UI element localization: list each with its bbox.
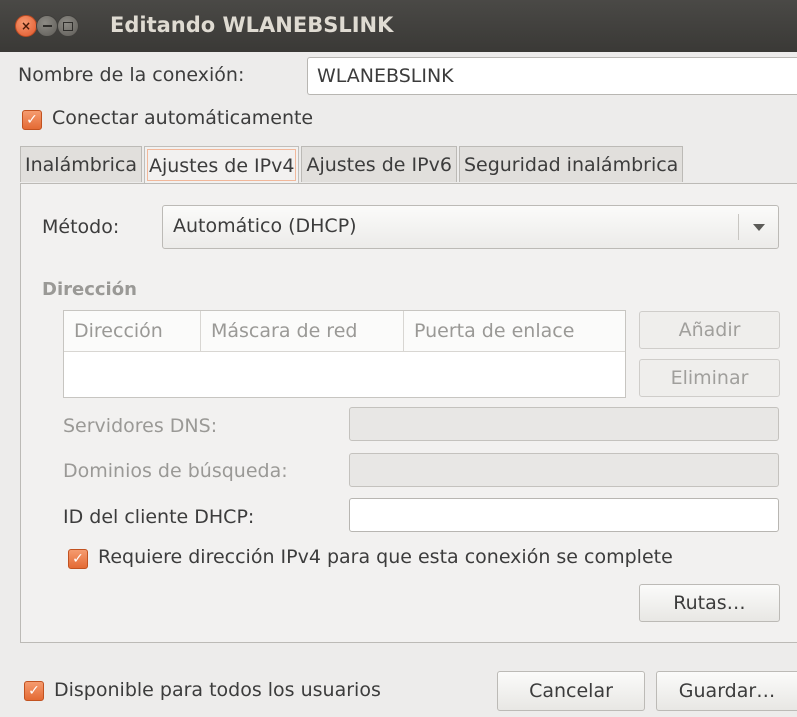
dns-servers-input[interactable] — [349, 407, 779, 441]
close-window-button[interactable]: × — [15, 15, 37, 37]
add-address-button[interactable]: Añadir — [639, 311, 780, 349]
minimize-icon — [42, 25, 52, 27]
method-dropdown[interactable]: Automático (DHCP) — [162, 205, 779, 249]
tab-wireless[interactable]: Inalámbrica — [20, 146, 142, 182]
tab-ipv4-settings[interactable]: Ajustes de IPv4 — [143, 146, 300, 184]
search-domains-label: Dominios de búsqueda: — [63, 460, 288, 482]
column-header-netmask[interactable]: Máscara de red — [201, 311, 404, 351]
chevron-down-icon — [753, 224, 765, 231]
address-table-header: Dirección Máscara de red Puerta de enlac… — [64, 311, 625, 352]
dropdown-separator — [738, 214, 739, 240]
tab-wireless-security[interactable]: Seguridad inalámbrica — [458, 146, 684, 182]
remove-address-button[interactable]: Eliminar — [639, 359, 780, 397]
address-section-heading: Dirección — [42, 279, 137, 300]
column-header-gateway[interactable]: Puerta de enlace — [404, 311, 627, 351]
tab-bar: Inalámbrica Ajustes de IPv4 Ajustes de I… — [20, 146, 685, 184]
window-title: Editando WLANEBSLINK — [110, 13, 394, 37]
require-ipv4-label: Requiere dirección IPv4 para que esta co… — [98, 546, 673, 568]
method-label: Método: — [42, 216, 120, 238]
column-header-address[interactable]: Dirección — [64, 311, 201, 351]
dhcp-client-id-input[interactable] — [349, 498, 779, 532]
title-bar: × Editando WLANEBSLINK — [0, 0, 797, 52]
tab-ipv6-settings[interactable]: Ajustes de IPv6 — [301, 146, 457, 182]
save-button[interactable]: Guardar… — [656, 671, 797, 711]
dhcp-client-id-label: ID del cliente DHCP: — [63, 506, 255, 528]
auto-connect-label: Conectar automáticamente — [52, 107, 314, 129]
auto-connect-checkbox[interactable]: ✓ — [22, 110, 42, 130]
require-ipv4-checkbox[interactable]: ✓ — [68, 549, 88, 569]
routes-button[interactable]: Rutas… — [639, 584, 780, 622]
address-table[interactable]: Dirección Máscara de red Puerta de enlac… — [63, 310, 626, 398]
maximize-window-button[interactable] — [57, 15, 79, 37]
all-users-checkbox[interactable]: ✓ — [24, 681, 44, 701]
search-domains-input[interactable] — [349, 453, 779, 487]
method-value: Automático (DHCP) — [173, 215, 357, 237]
cancel-button[interactable]: Cancelar — [497, 671, 645, 711]
minimize-window-button[interactable] — [36, 15, 58, 37]
connection-name-input[interactable] — [307, 57, 797, 95]
connection-name-label: Nombre de la conexión: — [18, 64, 245, 86]
all-users-label: Disponible para todos los usuarios — [54, 679, 381, 701]
dns-servers-label: Servidores DNS: — [63, 415, 218, 437]
maximize-icon — [63, 21, 73, 31]
